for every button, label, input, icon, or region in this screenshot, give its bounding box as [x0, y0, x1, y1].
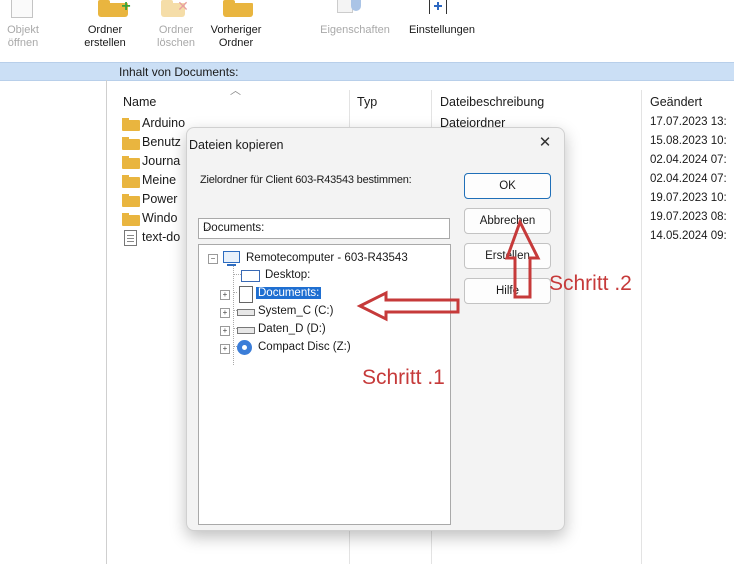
step1-arrow: [356, 290, 460, 322]
step2-label: Schritt .2: [549, 272, 632, 295]
step1-label: Schritt .1: [362, 366, 445, 389]
step2-arrow: [504, 218, 541, 299]
